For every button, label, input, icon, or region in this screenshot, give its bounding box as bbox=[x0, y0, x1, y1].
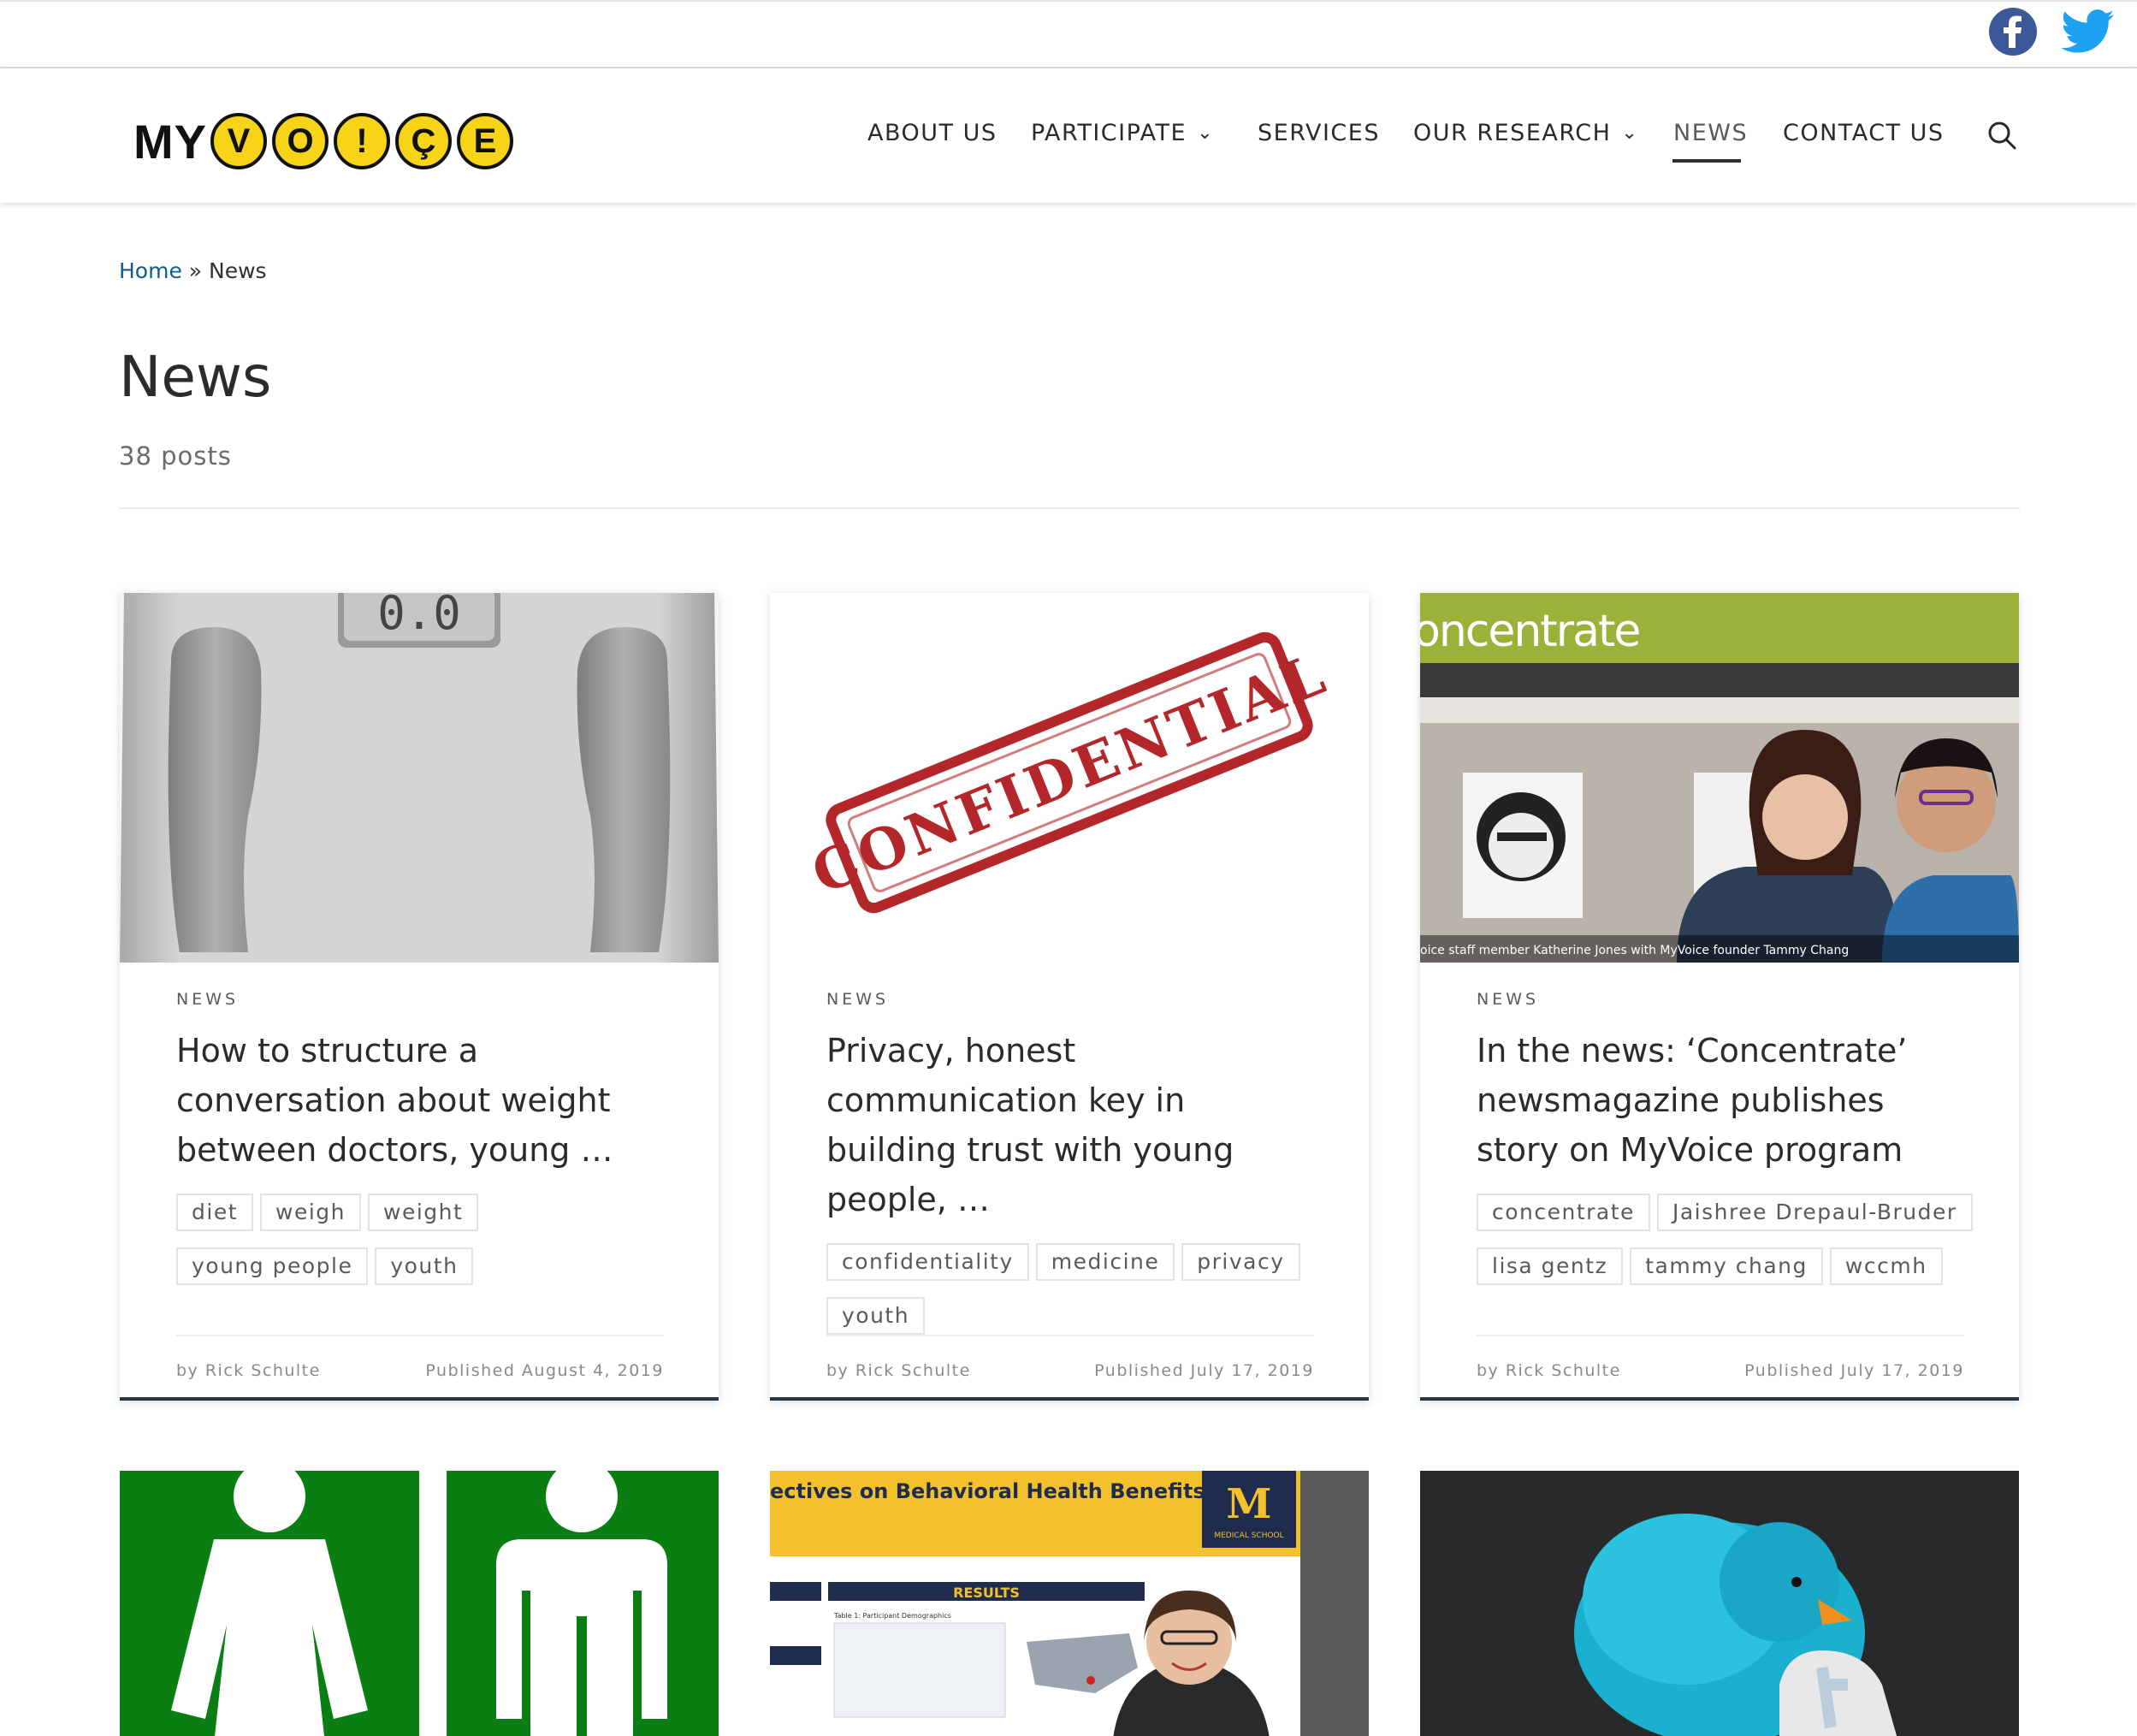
poster-results: RESULTS bbox=[953, 1585, 1020, 1601]
tag-link[interactable]: confidentiality bbox=[826, 1243, 1029, 1281]
post-category[interactable]: NEWS bbox=[1477, 990, 1964, 1009]
nav-news-label: NEWS bbox=[1673, 120, 1749, 146]
image-caption: oice staff member Katherine Jones with M… bbox=[1420, 944, 1849, 957]
title-divider bbox=[119, 507, 2020, 509]
site-header: MY V O ! Ç E ABOUT US PARTICIPATE ⌄ SERVI… bbox=[0, 68, 2137, 203]
tag-link[interactable]: Jaishree Drepaul-Bruder bbox=[1656, 1194, 1973, 1231]
post-author[interactable]: by Rick Schulte bbox=[826, 1361, 971, 1380]
post-meta: by Rick Schulte Published August 4, 2019 bbox=[176, 1361, 664, 1380]
post-category[interactable]: NEWS bbox=[826, 990, 1314, 1009]
nav-our-research-label: OUR RESEARCH bbox=[1413, 120, 1612, 146]
post-body: NEWS Privacy, honest communication key i… bbox=[826, 963, 1314, 1335]
post-date: Published July 17, 2019 bbox=[1094, 1361, 1314, 1380]
poster-table-caption: Table 1: Participant Demographics bbox=[833, 1612, 951, 1620]
tag-link[interactable]: concentrate bbox=[1477, 1194, 1650, 1231]
post-thumbnail-blue-chick[interactable] bbox=[1420, 1471, 2019, 1736]
social-bar bbox=[0, 0, 2137, 68]
post-thumbnail-scale[interactable]: 0.0 bbox=[120, 593, 719, 963]
page-title: News bbox=[119, 344, 272, 410]
active-nav-underline bbox=[1672, 159, 1741, 163]
breadcrumb: Home » News bbox=[119, 258, 267, 283]
tag-link[interactable]: diet bbox=[176, 1194, 253, 1231]
tag-link[interactable]: weigh bbox=[260, 1194, 361, 1231]
post-body: NEWS How to structure a conversation abo… bbox=[176, 963, 664, 1285]
post-meta: by Rick Schulte Published July 17, 2019 bbox=[1477, 1361, 1964, 1380]
nav-our-research[interactable]: OUR RESEARCH ⌄ bbox=[1413, 120, 1638, 146]
tag-link[interactable]: youth bbox=[375, 1247, 474, 1285]
banner-text: oncentrate bbox=[1420, 606, 1639, 657]
tag-link[interactable]: weight bbox=[368, 1194, 479, 1231]
post-card[interactable]: 0.0 NEWS How to structure a conversation… bbox=[120, 593, 719, 1401]
nav-participate[interactable]: PARTICIPATE ⌄ bbox=[1031, 120, 1214, 146]
search-icon[interactable] bbox=[1986, 120, 2017, 151]
twitter-icon[interactable] bbox=[2062, 9, 2115, 55]
post-date: Published July 17, 2019 bbox=[1744, 1361, 1964, 1380]
post-thumbnail-poster[interactable]: ectives on Behavioral Health Benefits M … bbox=[770, 1471, 1369, 1736]
tag-link[interactable]: youth bbox=[826, 1297, 926, 1335]
meta-divider bbox=[1477, 1335, 1964, 1336]
post-card[interactable]: CONFIDENTIAL NEWS Privacy, honest commun… bbox=[770, 593, 1369, 1401]
poster-logo: M bbox=[1226, 1480, 1271, 1528]
post-tags: confidentiality medicine privacy youth bbox=[826, 1243, 1323, 1335]
meta-divider bbox=[176, 1335, 664, 1336]
post-category[interactable]: NEWS bbox=[176, 990, 664, 1009]
post-title[interactable]: How to structure a conversation about we… bbox=[176, 1026, 664, 1175]
post-card[interactable]: oncentrate oice staff member Katherine J… bbox=[1420, 593, 2019, 1401]
nav-news[interactable]: NEWS bbox=[1673, 120, 1748, 146]
chevron-down-icon: ⌄ bbox=[1197, 122, 1215, 144]
nav-services-label: SERVICES bbox=[1258, 120, 1380, 146]
post-thumbnail-concentrate[interactable]: oncentrate oice staff member Katherine J… bbox=[1420, 593, 2019, 963]
nav-about-us-label: ABOUT US bbox=[867, 120, 997, 146]
tag-link[interactable]: tammy chang bbox=[1630, 1247, 1823, 1285]
post-meta: by Rick Schulte Published July 17, 2019 bbox=[826, 1361, 1314, 1380]
nav-contact-us-label: CONTACT US bbox=[1783, 120, 1945, 146]
chevron-down-icon: ⌄ bbox=[1621, 122, 1639, 144]
nav-participate-label: PARTICIPATE bbox=[1031, 120, 1187, 146]
nav-services[interactable]: SERVICES bbox=[1258, 120, 1380, 146]
post-count: 38 posts bbox=[119, 441, 232, 471]
breadcrumb-separator: » bbox=[188, 258, 203, 283]
main-nav: ABOUT US PARTICIPATE ⌄ SERVICES OUR RESEA… bbox=[0, 120, 2137, 171]
tag-link[interactable]: wccmh bbox=[1829, 1247, 1943, 1285]
post-tags: diet weigh weight young people youth bbox=[176, 1194, 672, 1285]
meta-divider bbox=[826, 1335, 1314, 1336]
facebook-icon[interactable] bbox=[1988, 7, 2038, 56]
poster-heading: ectives on Behavioral Health Benefits bbox=[770, 1479, 1205, 1503]
scale-display: 0.0 bbox=[377, 593, 461, 640]
post-date: Published August 4, 2019 bbox=[425, 1361, 664, 1380]
post-title[interactable]: In the news: ‘Concentrate’ newsmagazine … bbox=[1477, 1026, 1964, 1175]
breadcrumb-current: News bbox=[209, 258, 267, 283]
tag-link[interactable]: medicine bbox=[1035, 1243, 1175, 1281]
post-author[interactable]: by Rick Schulte bbox=[1477, 1361, 1621, 1380]
post-body: NEWS In the news: ‘Concentrate’ newsmaga… bbox=[1477, 963, 1973, 1285]
post-thumbnail-restroom[interactable] bbox=[120, 1471, 719, 1736]
breadcrumb-home-link[interactable]: Home bbox=[119, 258, 182, 283]
tag-link[interactable]: privacy bbox=[1181, 1243, 1300, 1281]
post-title[interactable]: Privacy, honest communication key in bui… bbox=[826, 1026, 1314, 1224]
tag-link[interactable]: lisa gentz bbox=[1477, 1247, 1624, 1285]
post-tags: concentrate Jaishree Drepaul-Bruder lisa… bbox=[1477, 1194, 1973, 1285]
nav-about-us[interactable]: ABOUT US bbox=[867, 120, 997, 146]
post-thumbnail-confidential[interactable]: CONFIDENTIAL bbox=[770, 593, 1369, 963]
poster-school: MEDICAL SCHOOL bbox=[1214, 1532, 1283, 1540]
post-author[interactable]: by Rick Schulte bbox=[176, 1361, 321, 1380]
tag-link[interactable]: young people bbox=[176, 1247, 369, 1285]
nav-contact-us[interactable]: CONTACT US bbox=[1783, 120, 1945, 146]
